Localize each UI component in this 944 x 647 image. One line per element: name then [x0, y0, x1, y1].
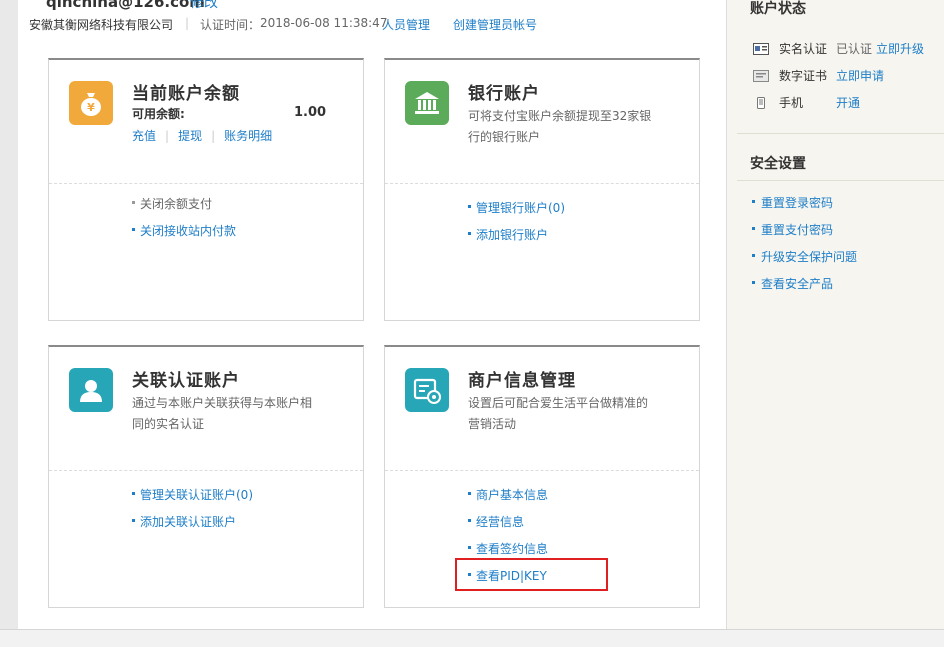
apply-now-link[interactable]: 立即申请: [836, 67, 884, 84]
pipe-separator: |: [211, 129, 216, 143]
bank-icon: [405, 81, 449, 125]
page-footer: [0, 629, 944, 647]
account-details-link[interactable]: 账务明细: [224, 129, 272, 143]
bank-card-desc: 可将支付宝账户余额提现至32家银行的银行账户: [468, 109, 652, 144]
manage-bank-accounts-link[interactable]: 管理银行账户(0): [468, 198, 565, 225]
create-admin-link[interactable]: 创建管理员帐号: [453, 16, 537, 33]
merchant-info-desc: 设置后可配合爱生活平台做精准的营销活动: [468, 396, 649, 431]
account-email: qinchina@126.com: [46, 0, 205, 11]
account-status-title: 账户状态: [750, 1, 806, 17]
view-security-products-link[interactable]: 查看安全产品: [752, 275, 833, 292]
pipe-separator: |: [165, 129, 170, 143]
card-divider: [49, 183, 363, 184]
reset-pay-password-link[interactable]: 重置支付密码: [752, 221, 833, 238]
balance-card-title: 当前账户余额: [132, 84, 240, 104]
balance-card: ¥ 当前账户余额 可用余额: 1.00 充值 | 提现 | 账务明细 关闭余额支付 关闭…: [48, 58, 364, 321]
edit-email-link[interactable]: 修改: [190, 0, 218, 12]
card-divider: [385, 183, 699, 184]
add-bank-account-link[interactable]: 添加银行账户: [468, 225, 565, 252]
security-settings-title: 安全设置: [750, 156, 806, 172]
sidebar-divider: [737, 180, 944, 181]
phone-icon: [753, 96, 769, 109]
linked-accounts-card: 关联认证账户 通过与本账户关联获得与本账户相同的实名认证 管理关联认证账户(0)…: [48, 345, 364, 608]
bank-card-title: 银行账户: [468, 84, 540, 104]
company-name: 安徽其衡网络科技有限公司: [29, 18, 174, 32]
available-balance-label: 可用余额:: [132, 107, 185, 121]
reset-login-password-link[interactable]: 重置登录密码: [752, 194, 833, 211]
add-linked-account-link[interactable]: 添加关联认证账户: [132, 512, 253, 539]
business-info-link[interactable]: 经营信息: [468, 512, 548, 539]
linked-accounts-title: 关联认证账户: [132, 371, 240, 391]
certificate-icon: [753, 69, 769, 82]
manage-linked-accounts-link[interactable]: 管理关联认证账户(0): [132, 485, 253, 512]
recharge-link[interactable]: 充值: [132, 129, 156, 143]
status-row-realname: 实名认证 已认证 立即升级: [753, 40, 924, 57]
card-divider: [49, 470, 363, 471]
close-balance-pay-item[interactable]: 关闭余额支付: [132, 194, 236, 221]
status-row-certificate: 数字证书 立即申请: [753, 67, 884, 84]
upgrade-security-question-link[interactable]: 升级安全保护问题: [752, 248, 857, 265]
merchant-info-title: 商户信息管理: [468, 371, 576, 391]
header-separator: |: [185, 16, 190, 30]
bank-card: 银行账户 可将支付宝账户余额提现至32家银行的银行账户 管理银行账户(0) 添加…: [384, 58, 700, 321]
card-divider: [385, 470, 699, 471]
merchant-basic-info-link[interactable]: 商户基本信息: [468, 485, 548, 512]
linked-links-list: 管理关联认证账户(0) 添加关联认证账户: [132, 485, 253, 539]
enable-phone-link[interactable]: 开通: [836, 94, 860, 111]
balance-actions: 充值 | 提现 | 账务明细: [132, 127, 272, 144]
right-sidebar: 账户状态 实名认证 已认证 立即升级 数字证书 立即申请 手机 开通 安全设置 …: [726, 0, 944, 629]
bank-links-list: 管理银行账户(0) 添加银行账户: [468, 198, 565, 252]
id-card-icon: [753, 42, 769, 55]
money-bag-icon: ¥: [69, 81, 113, 125]
highlight-box: [455, 558, 608, 591]
svg-text:¥: ¥: [87, 101, 95, 114]
withdraw-link[interactable]: 提现: [178, 129, 202, 143]
available-balance-amount: 1.00: [294, 105, 327, 120]
balance-options-list: 关闭余额支付 关闭接收站内付款: [132, 194, 236, 248]
close-internal-receive-item[interactable]: 关闭接收站内付款: [132, 221, 236, 248]
merchant-settings-icon: [405, 368, 449, 412]
sidebar-divider: [737, 133, 944, 134]
staff-management-link[interactable]: 人员管理: [382, 16, 430, 33]
linked-accounts-desc: 通过与本账户关联获得与本账户相同的实名认证: [132, 396, 313, 431]
cert-time-value: 2018-06-08 11:38:47: [260, 16, 388, 30]
upgrade-now-link[interactable]: 立即升级: [876, 40, 924, 57]
cert-time-label: 认证时间：: [200, 18, 261, 32]
person-icon: [69, 368, 113, 412]
status-row-phone: 手机 开通: [753, 94, 860, 111]
